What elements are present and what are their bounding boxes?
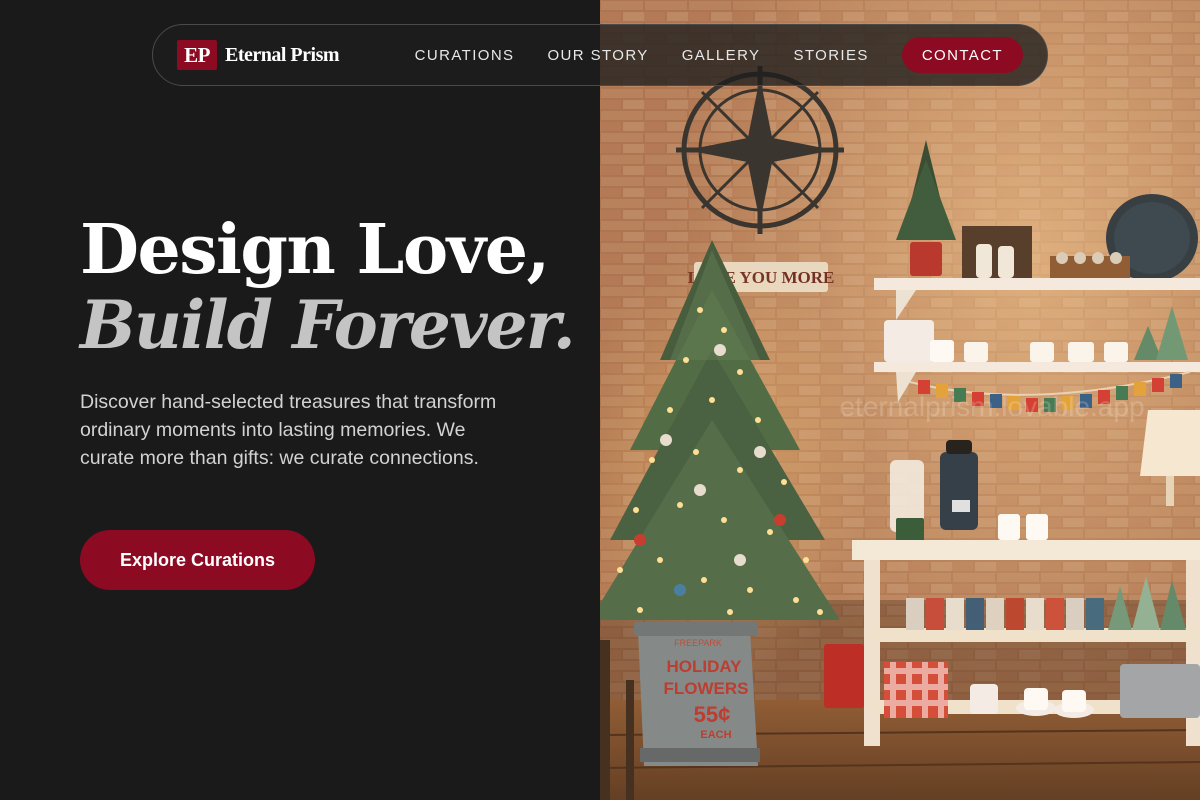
nav-link-our-story[interactable]: OUR STORY [547, 47, 648, 64]
main-navbar: EP Eternal Prism CURATIONS OUR STORY GAL… [152, 24, 1048, 86]
brand-logo[interactable]: EP Eternal Prism [177, 40, 340, 70]
headline-line-2: Build Forever. [80, 286, 576, 364]
brand-name: Eternal Prism [225, 43, 340, 66]
nav-link-gallery[interactable]: GALLERY [682, 47, 761, 64]
headline-line-1: Design Love, [80, 210, 550, 290]
hero-headline: Design Love, Build Forever. [80, 210, 576, 364]
hero-photo: LOVE YOU MORE [600, 0, 1200, 800]
brand-mark: EP [177, 40, 217, 70]
nav-link-curations[interactable]: CURATIONS [415, 47, 515, 64]
explore-curations-button[interactable]: Explore Curations [80, 530, 315, 590]
hero-subtext: Discover hand-selected treasures that tr… [80, 391, 497, 469]
hero-section: Design Love, Build Forever. Discover han… [80, 210, 576, 472]
nav-link-stories[interactable]: STORIES [793, 47, 868, 64]
contact-button[interactable]: CONTACT [901, 37, 1023, 73]
nav-links: CURATIONS OUR STORY GALLERY STORIES CONT… [415, 37, 1023, 73]
